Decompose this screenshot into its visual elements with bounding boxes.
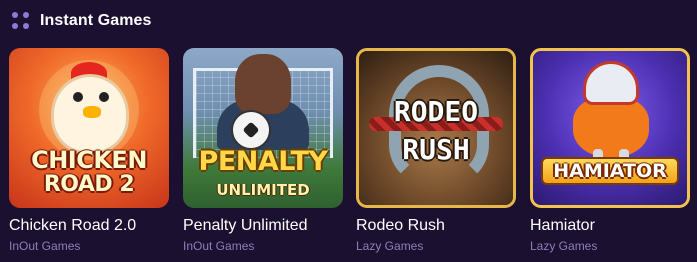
section-title: Instant Games [40,12,152,29]
game-card-penalty-unlimited[interactable]: PENALTY UNLIMITED Penalty Unlimited InOu… [183,48,343,253]
game-card-chicken-road[interactable]: CHICKEN ROAD 2 Chicken Road 2.0 InOut Ga… [9,48,169,253]
thumbnail-logo-text: UNLIMITED [216,181,310,199]
game-card-hamiator[interactable]: HAMIATOR Hamiator Lazy Games [530,48,690,253]
thumbnail-logo-text: HAMIATOR [553,160,667,182]
game-title[interactable]: Hamiator [530,217,690,235]
thumbnail-logo-text: CHICKEN [31,146,147,174]
game-thumbnail[interactable]: RODEO RUSH [356,48,516,208]
football-icon [231,110,271,150]
game-provider[interactable]: Lazy Games [356,239,516,253]
game-list: CHICKEN ROAD 2 Chicken Road 2.0 InOut Ga… [9,48,697,262]
game-provider[interactable]: InOut Games [183,239,343,253]
game-thumbnail[interactable]: PENALTY UNLIMITED [183,48,343,208]
game-card-rodeo-rush[interactable]: RODEO RUSH Rodeo Rush Lazy Games [356,48,516,253]
game-title[interactable]: Penalty Unlimited [183,217,343,235]
section-header: Instant Games [12,10,152,32]
grid-dots-icon [12,12,30,30]
hamster-illustration [573,97,649,157]
thumbnail-logo-text: ROAD 2 [43,172,135,197]
game-title[interactable]: Chicken Road 2.0 [9,217,169,235]
game-thumbnail[interactable]: CHICKEN ROAD 2 [9,48,169,208]
game-title[interactable]: Rodeo Rush [356,217,516,235]
goalkeeper-illustration [235,54,291,114]
game-provider[interactable]: InOut Games [9,239,169,253]
thumbnail-logo-text: RUSH [402,133,470,166]
instant-games-section: Instant Games CHICKEN ROAD 2 Chicken Roa… [0,0,697,262]
game-provider[interactable]: Lazy Games [530,239,690,253]
thumbnail-logo-text: PENALTY [198,146,328,177]
game-thumbnail[interactable]: HAMIATOR [530,48,690,208]
thumbnail-logo-text: RODEO [393,95,479,128]
